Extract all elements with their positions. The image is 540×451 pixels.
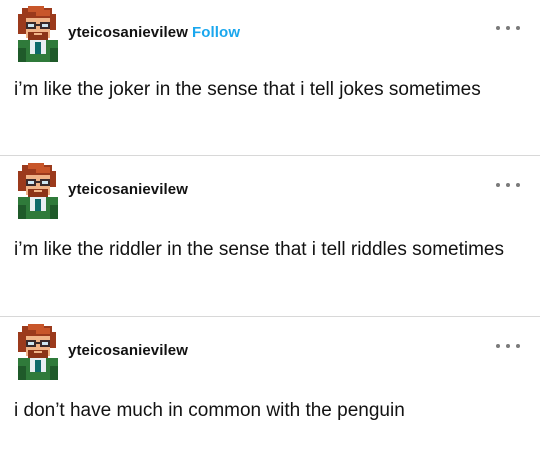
post-header: yteicosanievilew [0,322,540,382]
more-options-icon[interactable] [496,20,520,36]
post-username[interactable]: yteicosanievilew Follow [68,24,240,41]
avatar[interactable] [14,322,62,380]
dot [496,344,500,348]
pixel-character-avatar-icon [14,161,62,219]
pixel-character-avatar-icon [14,322,62,380]
avatar[interactable] [14,161,62,219]
dot [516,26,520,30]
follow-button[interactable]: Follow [192,24,240,41]
dot [506,183,510,187]
more-options-icon[interactable] [496,338,520,354]
username-text[interactable]: yteicosanievilew [68,342,188,359]
post-username[interactable]: yteicosanievilew [68,342,188,359]
post-text: i don’t have much in common with the pen… [14,400,405,421]
more-options-icon[interactable] [496,177,520,193]
dot [506,26,510,30]
post-divider [0,155,540,156]
dot [516,183,520,187]
dot [506,344,510,348]
post-header: yteicosanievilew Follow [0,4,540,64]
post-header: yteicosanievilew [0,161,540,221]
post-text: i’m like the joker in the sense that i t… [14,79,481,100]
username-text[interactable]: yteicosanievilew [68,24,188,41]
post-text: i’m like the riddler in the sense that i… [14,239,504,260]
post-divider [0,316,540,317]
post-username[interactable]: yteicosanievilew [68,181,188,198]
dot [496,26,500,30]
avatar[interactable] [14,4,62,62]
pixel-character-avatar-icon [14,4,62,62]
dot [516,344,520,348]
dot [496,183,500,187]
username-text[interactable]: yteicosanievilew [68,181,188,198]
